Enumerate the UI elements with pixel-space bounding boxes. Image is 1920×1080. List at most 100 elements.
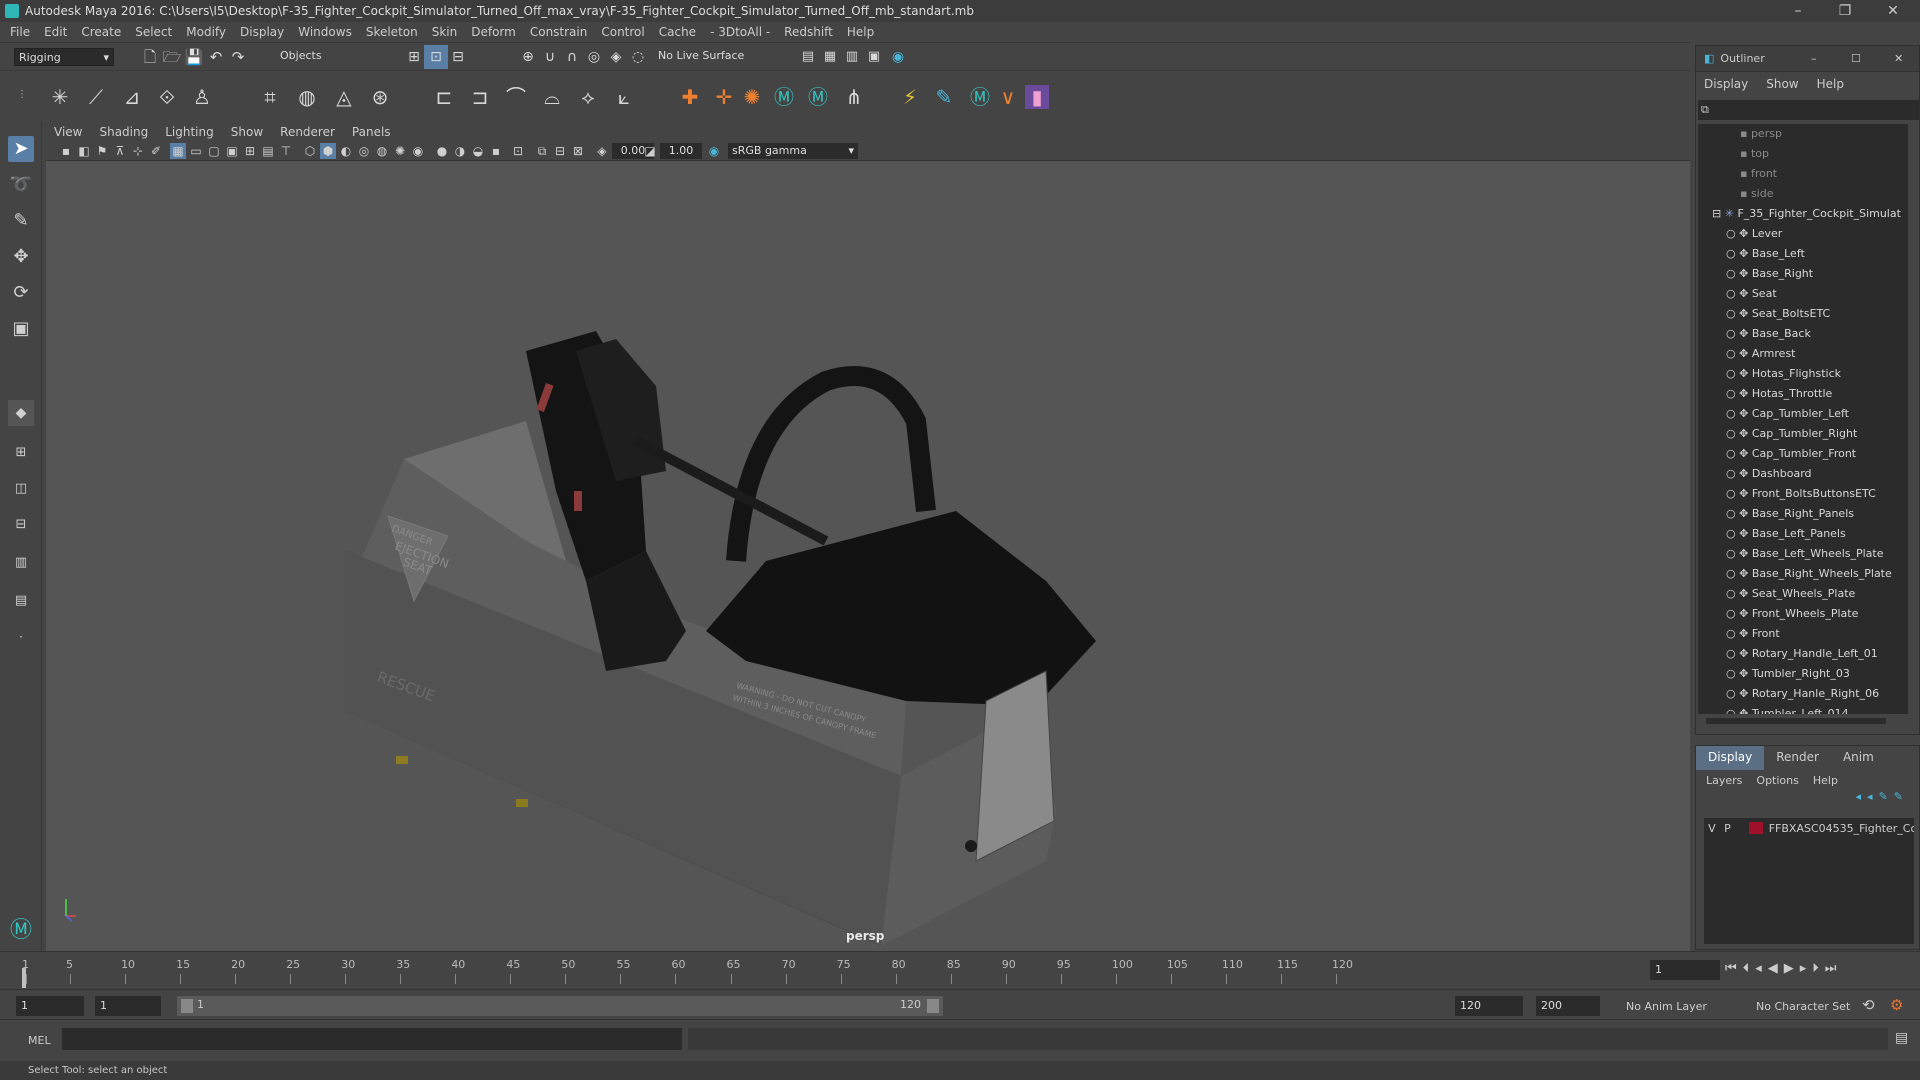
outliner-item[interactable]: ○ ✥ Cap_Tumbler_Left	[1698, 404, 1908, 424]
layer-color-swatch[interactable]	[1749, 822, 1763, 834]
time-slider[interactable]: 1 5 10 15 20 25 30 35 40 45 50 55 60 65 70 75 80 85 90 95 10…	[0, 951, 1920, 989]
anim-layer-dropdown[interactable]: No Anim Layer	[1626, 1000, 1707, 1013]
panel-menu-shading[interactable]: Shading	[99, 125, 148, 139]
layer-playback-toggle[interactable]: P	[1720, 822, 1736, 835]
default-material-icon[interactable]: ◐	[338, 143, 354, 159]
color-management-icon[interactable]: ◉	[706, 143, 722, 159]
layer-name[interactable]: FFBXASC04535_Fighter_Co	[1769, 822, 1914, 835]
auto-key-icon[interactable]: ⟲	[1862, 996, 1875, 1014]
restore-button[interactable]: ❐	[1822, 0, 1868, 22]
xray-components-icon[interactable]: ⊟	[552, 143, 568, 159]
viewport-persp[interactable]: DANGER EJECTION SEAT RESCUE WARNING - DO…	[46, 161, 1690, 951]
layer-row[interactable]: V P FFBXASC04535_Fighter_Co	[1704, 818, 1914, 838]
menu-skin[interactable]: Skin	[432, 25, 458, 39]
step-back-frame-icon[interactable]: ◂	[1755, 961, 1768, 976]
tab-render[interactable]: Render	[1764, 746, 1831, 770]
panel-menu-show[interactable]: Show	[231, 125, 263, 139]
menu-deform[interactable]: Deform	[471, 25, 516, 39]
menu-cache[interactable]: Cache	[659, 25, 696, 39]
scene-start-field[interactable]: 1	[16, 996, 84, 1016]
hypershade-icon[interactable]: ◉	[886, 45, 910, 69]
xray-joints-icon[interactable]: ⧉	[534, 143, 550, 159]
render-frame-icon[interactable]: ▦	[818, 45, 842, 69]
grid-icon[interactable]: ▦	[170, 143, 186, 159]
outliner-item[interactable]: ○ ✥ Seat_Wheels_Plate	[1698, 584, 1908, 604]
move-tool-icon[interactable]: ✥	[8, 244, 34, 270]
menu-create[interactable]: Create	[81, 25, 121, 39]
render-view-icon[interactable]: ▣	[862, 45, 886, 69]
outliner-search-field[interactable]: ⧉	[1698, 100, 1919, 120]
outliner-menu-help[interactable]: Help	[1817, 77, 1844, 91]
menu-modify[interactable]: Modify	[186, 25, 226, 39]
paint-weights-icon[interactable]: ⌒	[504, 85, 528, 109]
outliner-hscrollbar[interactable]	[1706, 718, 1886, 724]
menu-select[interactable]: Select	[135, 25, 172, 39]
outliner-layout-icon[interactable]: ▤	[8, 588, 34, 614]
outliner-item[interactable]: ○ ✥ Hotas_Throttle	[1698, 384, 1908, 404]
outliner-item[interactable]: ○ ✥ Front_BoltsButtonsETC	[1698, 484, 1908, 504]
outliner-camera-persp[interactable]: ▪ persp	[1698, 124, 1908, 144]
snap-curve-icon[interactable]: ∪	[538, 45, 562, 69]
range-end-handle[interactable]	[927, 999, 939, 1013]
textured-icon[interactable]: ✺	[392, 143, 408, 159]
bind-skin-icon[interactable]: ⊏	[432, 85, 456, 109]
menu-file[interactable]: File	[10, 25, 30, 39]
camera-attrib-icon[interactable]: ◧	[76, 143, 92, 159]
parent-constraint-icon[interactable]: Ⓜ	[806, 85, 830, 109]
layer-menu-help[interactable]: Help	[1813, 774, 1838, 787]
select-hierarchy-icon[interactable]: ⊞	[402, 45, 426, 69]
blendshape-icon[interactable]: ⊛	[368, 85, 392, 109]
field-chart-icon[interactable]: ⊞	[242, 143, 258, 159]
safe-title-icon[interactable]: ⊤	[278, 143, 294, 159]
outliner-item[interactable]: ○ ✥ Armrest	[1698, 344, 1908, 364]
wrap-icon[interactable]: ◬	[332, 85, 356, 109]
point-constraint-icon[interactable]: ✛	[712, 85, 736, 109]
live-surface-field[interactable]: No Live Surface	[658, 49, 768, 65]
grease-pencil-icon[interactable]: ✐	[148, 143, 164, 159]
outliner-item[interactable]: ○ ✥ Hotas_Flighstick	[1698, 364, 1908, 384]
prune-weights-icon[interactable]: ⟀	[612, 85, 636, 109]
scale-tool-icon[interactable]: ▣	[8, 316, 34, 342]
lasso-tool-icon[interactable]: ➰	[8, 172, 34, 198]
scale-constraint-icon[interactable]: ✎	[932, 85, 956, 109]
safe-action-icon[interactable]: ▤	[260, 143, 276, 159]
outliner-item[interactable]: ○ ✥ Cap_Tumbler_Right	[1698, 424, 1908, 444]
single-view-icon[interactable]: ◆	[8, 400, 34, 426]
custom-layout-icon[interactable]: ·	[8, 624, 34, 650]
outliner-item[interactable]: ○ ✥ Dashboard	[1698, 464, 1908, 484]
depth-field-icon[interactable]: ▪	[488, 143, 504, 159]
outliner-item[interactable]: ○ ✥ Base_Back	[1698, 324, 1908, 344]
playback-start-field[interactable]: 1	[95, 996, 161, 1016]
mirror-weights-icon[interactable]: ⌓	[540, 85, 564, 109]
outliner-camera-front[interactable]: ▪ front	[1698, 164, 1908, 184]
menu-help[interactable]: Help	[847, 25, 874, 39]
playback-end-field[interactable]: 120	[1455, 996, 1523, 1016]
panel-menu-panels[interactable]: Panels	[352, 125, 391, 139]
layer-visibility-toggle[interactable]: V	[1704, 822, 1720, 835]
pole-vector-icon[interactable]: ⋔	[842, 85, 866, 109]
lattice-icon[interactable]: ◍	[295, 85, 319, 109]
new-scene-icon[interactable]: 🗋	[138, 45, 162, 69]
panel-menu-lighting[interactable]: Lighting	[165, 125, 214, 139]
undo-icon[interactable]: ↶	[204, 45, 228, 69]
outliner-list[interactable]: ▪ persp ▪ top ▪ front ▪ side ⊟ ✳ F_35_Fi…	[1698, 124, 1908, 714]
outliner-camera-side[interactable]: ▪ side	[1698, 184, 1908, 204]
xray-icon[interactable]: ⊡	[510, 143, 526, 159]
outliner-item[interactable]: ○ ✥ Cap_Tumbler_Front	[1698, 444, 1908, 464]
resolution-gate-icon[interactable]: ▢	[206, 143, 222, 159]
menu-control[interactable]: Control	[601, 25, 644, 39]
select-tool-icon[interactable]: ➤	[8, 136, 34, 162]
redo-icon[interactable]: ↷	[226, 45, 250, 69]
snap-surface-icon[interactable]: ◈	[604, 45, 628, 69]
outliner-item[interactable]: ○ ✥ Base_Right_Wheels_Plate	[1698, 564, 1908, 584]
exposure-icon[interactable]: ◈	[594, 143, 610, 159]
scene-end-field[interactable]: 200	[1536, 996, 1600, 1016]
current-frame-field[interactable]: 1	[1650, 960, 1720, 980]
layer-menu-layers[interactable]: Layers	[1706, 774, 1742, 787]
open-scene-icon[interactable]: 🗁	[160, 45, 184, 69]
select-object-icon[interactable]: ⊡	[424, 45, 448, 69]
camera-select-icon[interactable]: ▪	[58, 143, 74, 159]
humanik-icon[interactable]: ♙	[190, 85, 214, 109]
outliner-item[interactable]: ○ ✥ Tumbler_Right_03	[1698, 664, 1908, 684]
persp-outliner-icon[interactable]: ▥	[8, 550, 34, 576]
